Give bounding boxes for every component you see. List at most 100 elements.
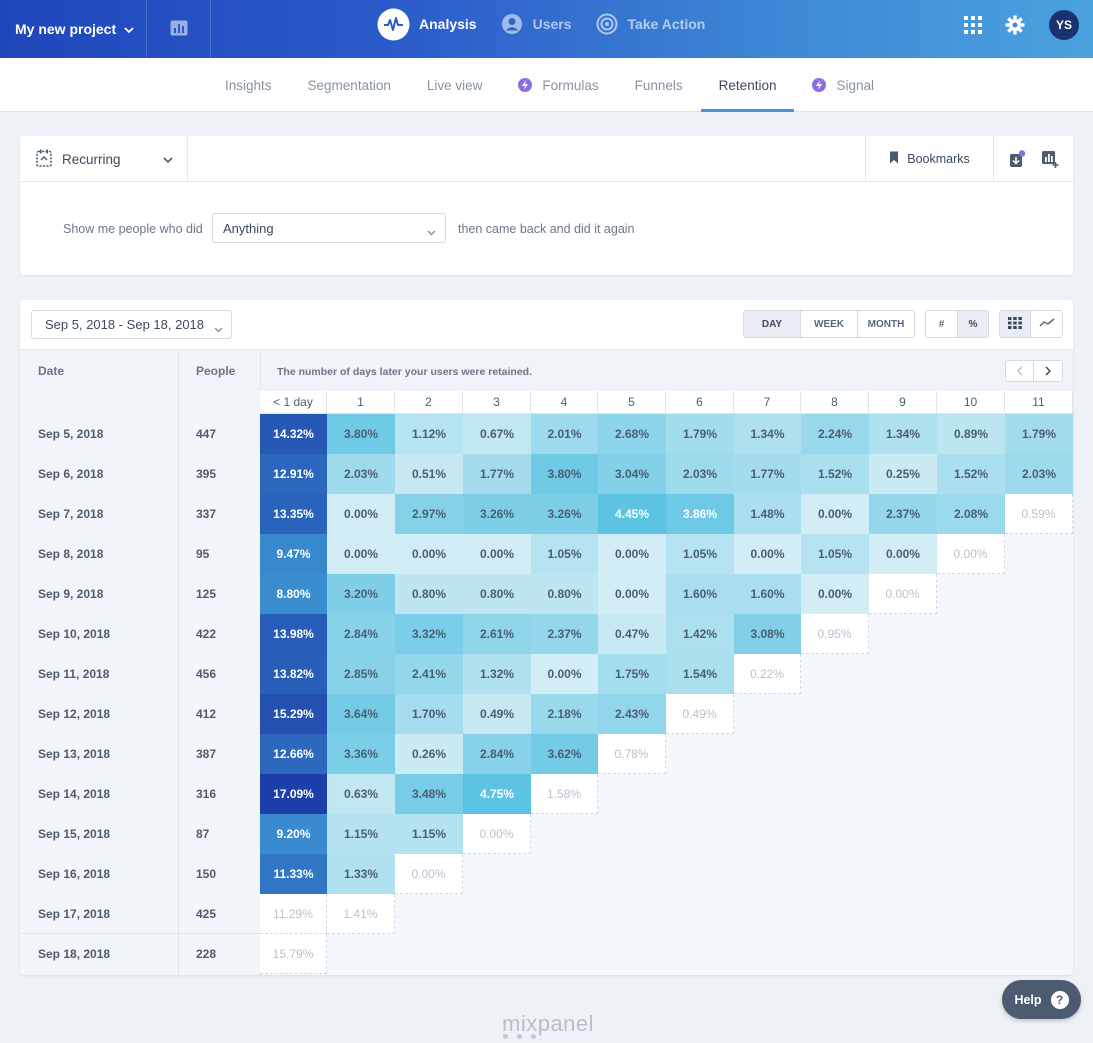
retention-cell[interactable]: 4.45% — [598, 494, 666, 534]
retention-cell[interactable]: 0.59% — [1005, 494, 1073, 534]
retention-cell[interactable]: 3.80% — [327, 414, 395, 454]
retention-cell[interactable]: 13.35% — [260, 494, 327, 534]
retention-cell[interactable]: 9.47% — [260, 534, 327, 574]
retention-cell[interactable]: 0.49% — [666, 694, 734, 734]
dashboards-button[interactable] — [147, 0, 211, 58]
tab-funnels[interactable]: Funnels — [617, 58, 701, 112]
retention-cell[interactable]: 15.29% — [260, 694, 327, 734]
retention-cell[interactable]: 0.00% — [598, 574, 666, 614]
retention-cell[interactable]: 3.80% — [531, 454, 598, 494]
retention-cell[interactable]: 17.09% — [260, 774, 327, 814]
nav-analysis[interactable]: Analysis — [377, 8, 477, 41]
retention-cell[interactable]: 2.84% — [327, 614, 395, 654]
tab-insights[interactable]: Insights — [207, 58, 290, 112]
retention-cell[interactable]: 9.20% — [260, 814, 327, 854]
table-view-button[interactable] — [1000, 311, 1031, 337]
retention-cell[interactable]: 1.79% — [1005, 414, 1073, 454]
retention-cell[interactable]: 0.22% — [734, 654, 801, 694]
retention-cell[interactable]: 0.89% — [937, 414, 1005, 454]
retention-cell[interactable]: 3.26% — [463, 494, 531, 534]
retention-cell[interactable]: 13.82% — [260, 654, 327, 694]
retention-cell[interactable]: 2.61% — [463, 614, 531, 654]
bookmarks-button[interactable]: Bookmarks — [865, 136, 994, 182]
retention-cell[interactable]: 1.15% — [395, 814, 463, 854]
retention-cell[interactable]: 2.18% — [531, 694, 598, 734]
retention-cell[interactable]: 1.34% — [734, 414, 801, 454]
retention-cell[interactable]: 0.26% — [395, 734, 463, 774]
retention-cell[interactable]: 2.37% — [869, 494, 937, 534]
retention-cell[interactable]: 0.00% — [734, 534, 801, 574]
retention-cell[interactable]: 2.03% — [327, 454, 395, 494]
tab-live-view[interactable]: Live view — [409, 58, 501, 112]
format-percent-button[interactable]: % — [958, 311, 988, 337]
tab-segmentation[interactable]: Segmentation — [290, 58, 409, 112]
retention-cell[interactable]: 0.00% — [937, 534, 1005, 574]
retention-cell[interactable]: 0.78% — [598, 734, 666, 774]
retention-cell[interactable]: 1.32% — [463, 654, 531, 694]
retention-cell[interactable]: 3.20% — [327, 574, 395, 614]
retention-cell[interactable]: 1.15% — [327, 814, 395, 854]
retention-cell[interactable]: 3.62% — [531, 734, 598, 774]
retention-cell[interactable]: 2.97% — [395, 494, 463, 534]
retention-cell[interactable]: 3.86% — [666, 494, 734, 534]
retention-cell[interactable]: 1.75% — [598, 654, 666, 694]
unit-month-button[interactable]: MONTH — [858, 311, 914, 337]
add-to-dashboard-icon[interactable] — [1038, 147, 1062, 171]
retention-cell[interactable]: 0.80% — [531, 574, 598, 614]
retention-cell[interactable]: 2.08% — [937, 494, 1005, 534]
retention-cell[interactable]: 2.85% — [327, 654, 395, 694]
retention-cell[interactable]: 1.42% — [666, 614, 734, 654]
retention-cell[interactable]: 1.48% — [734, 494, 801, 534]
retention-cell[interactable]: 15.79% — [260, 934, 327, 974]
export-icon[interactable] — [1005, 147, 1029, 171]
retention-cell[interactable]: 1.60% — [666, 574, 734, 614]
retention-cell[interactable]: 12.66% — [260, 734, 327, 774]
retention-cell[interactable]: 3.36% — [327, 734, 395, 774]
retention-cell[interactable]: 0.80% — [463, 574, 531, 614]
tab-retention[interactable]: Retention — [700, 58, 795, 112]
retention-cell[interactable]: 0.00% — [869, 534, 937, 574]
retention-cell[interactable]: 3.26% — [531, 494, 598, 534]
retention-cell[interactable]: 0.00% — [531, 654, 598, 694]
help-button[interactable]: Help ? — [1002, 980, 1081, 1019]
retention-cell[interactable]: 4.75% — [463, 774, 531, 814]
retention-cell[interactable]: 1.52% — [937, 454, 1005, 494]
retention-cell[interactable]: 1.60% — [734, 574, 801, 614]
retention-cell[interactable]: 0.00% — [801, 574, 869, 614]
retention-cell[interactable]: 0.63% — [327, 774, 395, 814]
retention-cell[interactable]: 0.00% — [463, 534, 531, 574]
retention-cell[interactable]: 0.80% — [395, 574, 463, 614]
unit-week-button[interactable]: WEEK — [801, 311, 858, 337]
retention-cell[interactable]: 0.47% — [598, 614, 666, 654]
retention-cell[interactable]: 1.77% — [734, 454, 801, 494]
retention-cell[interactable]: 0.67% — [463, 414, 531, 454]
retention-cell[interactable]: 0.00% — [395, 534, 463, 574]
tab-signal[interactable]: Signal — [794, 58, 892, 112]
retention-cell[interactable]: 11.33% — [260, 854, 327, 894]
apps-grid-icon[interactable] — [959, 11, 987, 39]
retention-cell[interactable]: 0.00% — [395, 854, 463, 894]
gear-icon[interactable] — [1001, 11, 1029, 39]
retention-type-select[interactable]: Recurring — [20, 136, 188, 182]
unit-day-button[interactable]: DAY — [744, 311, 801, 337]
retention-cell[interactable]: 0.00% — [327, 534, 395, 574]
nav-take-action[interactable]: Take Action — [596, 13, 705, 35]
avatar[interactable]: YS — [1049, 10, 1079, 40]
retention-cell[interactable]: 1.05% — [666, 534, 734, 574]
retention-cell[interactable]: 13.98% — [260, 614, 327, 654]
retention-cell[interactable]: 3.64% — [327, 694, 395, 734]
retention-cell[interactable]: 3.32% — [395, 614, 463, 654]
retention-cell[interactable]: 2.41% — [395, 654, 463, 694]
retention-cell[interactable]: 0.00% — [463, 814, 531, 854]
retention-cell[interactable]: 1.54% — [666, 654, 734, 694]
retention-cell[interactable]: 2.84% — [463, 734, 531, 774]
retention-cell[interactable]: 3.48% — [395, 774, 463, 814]
tab-formulas[interactable]: Formulas — [500, 58, 616, 112]
date-range-picker[interactable]: Sep 5, 2018 - Sep 18, 2018 — [31, 310, 232, 339]
retention-cell[interactable]: 1.77% — [463, 454, 531, 494]
retention-cell[interactable]: 1.41% — [327, 894, 395, 934]
retention-cell[interactable]: 2.03% — [1005, 454, 1073, 494]
previous-page-button[interactable] — [1006, 361, 1034, 381]
retention-cell[interactable]: 3.08% — [734, 614, 801, 654]
retention-cell[interactable]: 0.00% — [598, 534, 666, 574]
